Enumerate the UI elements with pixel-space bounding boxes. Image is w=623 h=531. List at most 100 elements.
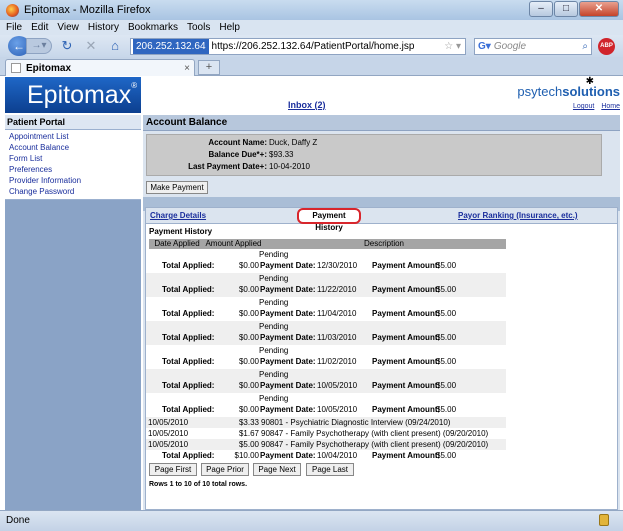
- firefox-icon: [6, 3, 19, 17]
- last-payment-value-row: 10-04-2010: [177, 162, 377, 173]
- payment-date-value: 11/04/2010: [317, 309, 357, 318]
- logo-text: Epitomax: [27, 81, 132, 109]
- tab-charge-details[interactable]: Charge Details: [150, 211, 206, 220]
- search-box[interactable]: G▾ Google ⌕: [474, 37, 592, 55]
- final-total-row: Total Applied: $10.00 Payment Date: 10/04/2…: [146, 450, 506, 462]
- page-last-button[interactable]: Page Last: [306, 463, 354, 476]
- lock-icon[interactable]: [599, 514, 609, 526]
- history-panel: Charge Details Payment History Payor Ran…: [145, 207, 618, 510]
- menu-bar: File Edit View History Bookmarks Tools H…: [0, 20, 623, 35]
- sidebar-item-provider-information[interactable]: Provider Information: [9, 175, 141, 186]
- search-placeholder: Google: [493, 40, 527, 52]
- line-item-row: 10/05/2010 $3.33 90801 - Psychiatric Diagn…: [146, 417, 506, 428]
- pending-status: Pending: [259, 346, 289, 355]
- total-applied-value: $10.00: [234, 451, 259, 460]
- stop-icon[interactable]: ✕: [82, 38, 100, 54]
- status-text: Done: [6, 515, 30, 526]
- payment-amount-label: Payment Amount:: [372, 357, 441, 366]
- payment-amount-value: $5.00: [436, 405, 457, 414]
- navigation-toolbar: ← →▾ ↻ ✕ ⌂ 206.252.132.64 https://206.25…: [0, 35, 623, 57]
- payment-date-label: Payment Date:: [260, 405, 316, 414]
- browser-tab-epitomax[interactable]: Epitomax ×: [5, 59, 195, 76]
- site-identity-host[interactable]: 206.252.132.64: [133, 38, 209, 54]
- home-icon[interactable]: ⌂: [106, 38, 124, 54]
- table-row: Pending Total Applied: $0.00 Payment Date: 1…: [146, 369, 506, 393]
- psytech-logo: ✱ psytechsolutions: [517, 76, 620, 99]
- search-icon[interactable]: ⌕: [582, 41, 588, 52]
- menu-file[interactable]: File: [6, 22, 22, 33]
- minimize-button[interactable]: –: [529, 1, 553, 17]
- line-item-row: 10/05/2010 $1.67 90847 - Family Psychother…: [146, 428, 506, 439]
- payment-amount-label: Payment Amount:: [372, 451, 441, 460]
- line-item-date: 10/05/2010: [148, 429, 189, 438]
- pending-status: Pending: [259, 250, 289, 259]
- url-bar[interactable]: 206.252.132.64 https://206.252.132.64/Pa…: [130, 37, 466, 55]
- page-next-button[interactable]: Page Next: [253, 463, 301, 476]
- url-text[interactable]: https://206.252.132.64/PatientPortal/hom…: [212, 41, 445, 52]
- line-item-row: 10/05/2010 $5.00 90847 - Family Psychother…: [146, 439, 506, 450]
- sidebar-item-change-password[interactable]: Change Password: [9, 186, 141, 197]
- window-title: Epitomax - Mozilla Firefox: [24, 4, 151, 16]
- page-first-button[interactable]: Page First: [149, 463, 197, 476]
- table-row: Pending Total Applied: $0.00 Payment Date: 1…: [146, 273, 506, 297]
- brand-prefix: psytech: [517, 84, 563, 99]
- tab-payor-ranking[interactable]: Payor Ranking (Insurance, etc.): [458, 211, 578, 220]
- table-row: Pending Total Applied: $0.00 Payment Date: 1…: [146, 345, 506, 369]
- payment-amount-label: Payment Amount:: [372, 285, 441, 294]
- menu-history[interactable]: History: [88, 22, 119, 33]
- home-link[interactable]: Home: [601, 103, 620, 110]
- adblock-icon[interactable]: ABP: [598, 37, 615, 55]
- menu-help[interactable]: Help: [219, 22, 240, 33]
- close-button[interactable]: ✕: [579, 1, 619, 17]
- pending-status: Pending: [259, 322, 289, 331]
- payment-date-value: 10/04/2010: [317, 451, 358, 460]
- menu-view[interactable]: View: [57, 22, 79, 33]
- maximize-button[interactable]: □: [554, 1, 578, 17]
- detail-tabs: Charge Details Payment History Payor Ran…: [146, 208, 617, 232]
- payment-date-label: Payment Date:: [260, 333, 316, 342]
- payment-amount-value: $5.00: [436, 333, 457, 342]
- forward-arrow-icon[interactable]: →▾: [26, 38, 52, 54]
- account-summary: Account Name: Duck, Daffy Z Balance Due*…: [146, 134, 602, 176]
- payment-date-label: Payment Date:: [260, 381, 316, 390]
- line-item-date: 10/05/2010: [148, 418, 189, 427]
- google-icon[interactable]: G▾: [478, 41, 491, 52]
- payment-date-label: Payment Date:: [260, 309, 316, 318]
- sidebar-section-title: Patient Portal: [5, 115, 141, 130]
- tab-payment-history[interactable]: Payment History: [297, 208, 361, 232]
- menu-tools[interactable]: Tools: [187, 22, 210, 33]
- main-content: Account Balance Account Name: Duck, Daff…: [143, 115, 620, 510]
- table-row: Pending Total Applied: $0.00 Payment Date: 1…: [146, 249, 506, 273]
- payment-amount-value: $5.00: [436, 381, 457, 390]
- logout-link[interactable]: Logout: [573, 103, 594, 110]
- menu-bookmarks[interactable]: Bookmarks: [128, 22, 178, 33]
- pending-status: Pending: [259, 394, 289, 403]
- make-payment-button[interactable]: Make Payment: [146, 181, 208, 194]
- new-tab-button[interactable]: +: [198, 60, 220, 75]
- payment-date-label: Payment Date:: [260, 261, 316, 270]
- browser-tab-title: Epitomax: [26, 62, 72, 74]
- total-applied-label: Total Applied:: [162, 309, 215, 318]
- row-count: Rows 1 to 10 of 10 total rows.: [149, 481, 248, 488]
- payment-amount-label: Payment Amount:: [372, 405, 441, 414]
- menu-edit[interactable]: Edit: [31, 22, 48, 33]
- portal-header: Epitomax® Inbox (2) ✱ psytechsolutions L…: [0, 76, 623, 114]
- total-applied-value: $0.00: [238, 405, 259, 414]
- page-prior-button[interactable]: Page Prior: [201, 463, 249, 476]
- payment-amount-label: Payment Amount:: [372, 309, 441, 318]
- sidebar: Patient Portal Appointment List Account …: [5, 115, 141, 510]
- reload-icon[interactable]: ↻: [58, 38, 76, 54]
- table-row: Pending Total Applied: $0.00 Payment Date: 1…: [146, 321, 506, 345]
- tab-close-icon[interactable]: ×: [184, 63, 190, 74]
- line-item-amount: $3.33: [238, 418, 259, 427]
- pending-status: Pending: [259, 298, 289, 307]
- inbox-link[interactable]: Inbox (2): [288, 100, 326, 110]
- col-description: Description: [262, 239, 506, 249]
- window-titlebar: Epitomax - Mozilla Firefox – □ ✕: [0, 0, 623, 20]
- total-applied-value: $0.00: [238, 357, 259, 366]
- total-applied-label: Total Applied:: [162, 285, 215, 294]
- payment-date-value: 11/02/2010: [317, 357, 357, 366]
- line-item-description: 90801 - Psychiatric Diagnostic Interview…: [261, 418, 451, 427]
- payment-amount-value: $5.00: [436, 261, 457, 270]
- bookmark-star-icon[interactable]: ☆ ▾: [444, 41, 461, 52]
